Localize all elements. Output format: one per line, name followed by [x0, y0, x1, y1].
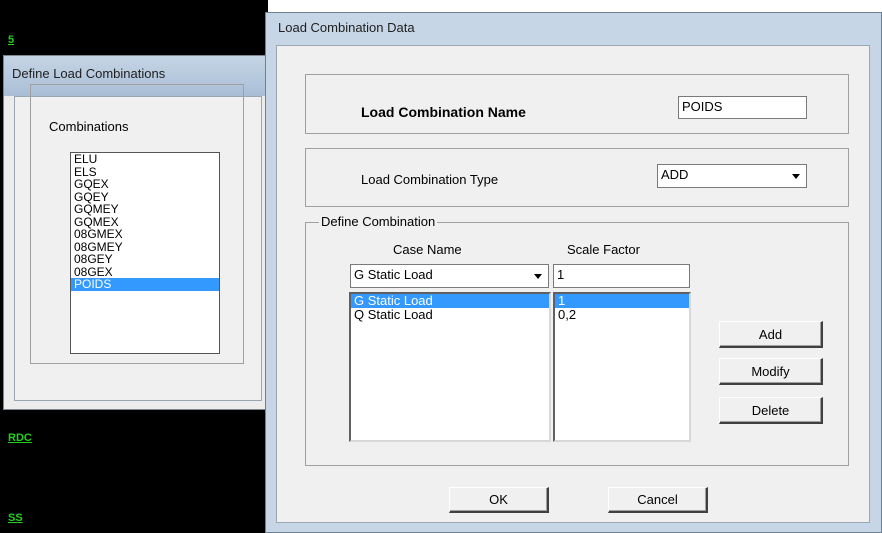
combination-name-label: Load Combination Name [361, 104, 526, 120]
cancel-button[interactable]: Cancel [608, 487, 708, 513]
combination-type-value: ADD [661, 167, 689, 182]
main-dialog-title: Load Combination Data [278, 20, 415, 35]
define-combination-label: Define Combination [319, 214, 438, 229]
combination-list-item[interactable]: GQEX [71, 178, 219, 191]
combination-type-select[interactable]: ADD [657, 164, 807, 188]
load-combination-data-dialog: Load Combination Data Load Combination N… [265, 12, 882, 533]
combination-list-item[interactable]: GQMEY [71, 203, 219, 216]
case-name-header: Case Name [393, 242, 462, 257]
story-label-rdc: RDC [8, 432, 32, 444]
combination-name-input[interactable]: POIDS [678, 96, 807, 119]
modify-button[interactable]: Modify [719, 358, 823, 385]
scale-factor-list[interactable]: 1 0,2 [553, 292, 691, 442]
chevron-down-icon[interactable] [787, 166, 805, 186]
combination-list-item[interactable]: 08GEY [71, 253, 219, 266]
delete-button[interactable]: Delete [719, 397, 823, 424]
combinations-list[interactable]: ELU ELS GQEX GQEY GQMEY GQMEX 08GMEX 08GMEY 08GE… [70, 152, 220, 354]
combination-list-item[interactable]: POIDS [71, 278, 219, 291]
case-name-list[interactable]: G Static Load Q Static Load [349, 292, 551, 442]
define-dialog-title: Define Load Combinations [12, 66, 166, 81]
story-label-ss: SS [8, 512, 23, 524]
case-name-select-value: G Static Load [354, 267, 433, 282]
case-name-select[interactable]: G Static Load [350, 264, 549, 288]
chevron-down-icon[interactable] [529, 266, 547, 286]
story-label-5: 5 [8, 34, 15, 46]
add-button[interactable]: Add [719, 321, 823, 348]
case-list-item[interactable]: Q Static Load [351, 308, 549, 322]
case-list-item[interactable]: G Static Load [351, 294, 549, 308]
main-dialog-body: Load Combination Name POIDS Load Combina… [276, 45, 870, 523]
combination-list-item[interactable]: ELU [71, 153, 219, 166]
scale-factor-input[interactable]: 1 [553, 264, 690, 288]
scale-factor-header: Scale Factor [567, 242, 640, 257]
combination-type-label: Load Combination Type [361, 172, 499, 187]
combinations-group-label: Combinations [46, 119, 132, 134]
combination-list-item[interactable]: 08GMEX [71, 228, 219, 241]
factor-list-item[interactable]: 1 [555, 294, 689, 308]
ok-button[interactable]: OK [449, 487, 549, 513]
factor-list-item[interactable]: 0,2 [555, 308, 689, 322]
